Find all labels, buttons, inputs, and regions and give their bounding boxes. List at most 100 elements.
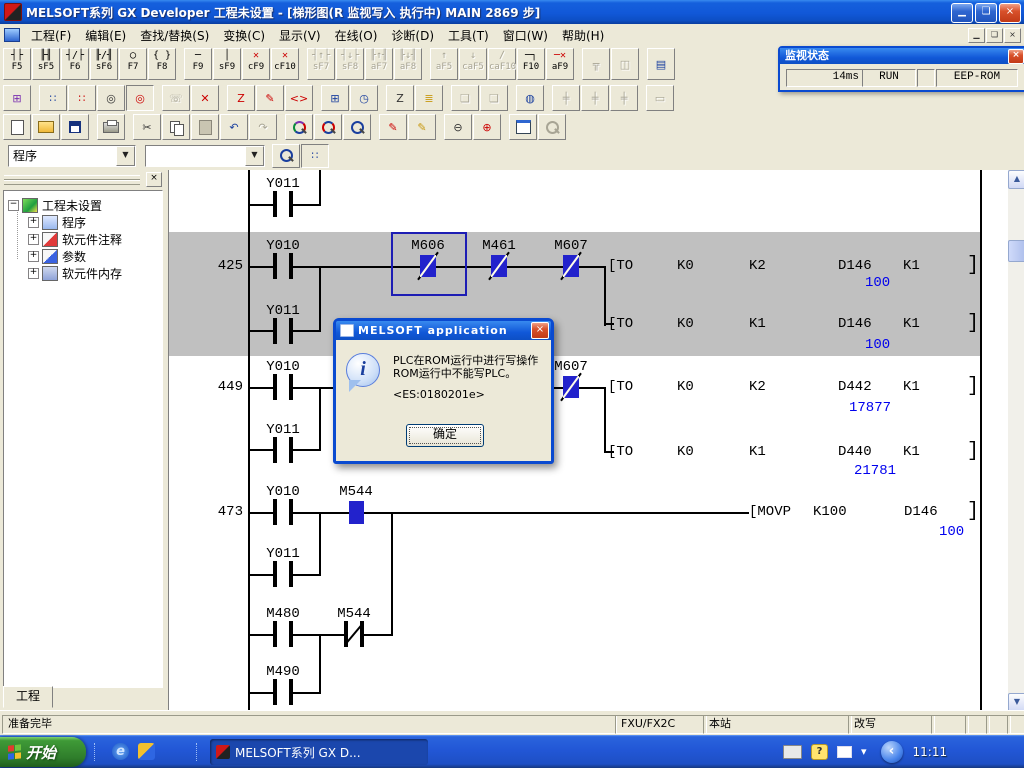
dropdown-arrow-icon[interactable]: ▼ xyxy=(245,146,264,166)
instruction-token[interactable]: [TO xyxy=(608,444,633,460)
restore-button[interactable]: ❏ xyxy=(975,3,997,23)
menu-find-replace[interactable]: 查找/替换(S) xyxy=(133,24,216,47)
tree-item-device-memory[interactable]: + 软元件内存 xyxy=(28,265,122,281)
closed-contact-energized[interactable] xyxy=(484,251,514,281)
cut-button[interactable]: ✂ xyxy=(133,114,161,140)
horizontal-line-button[interactable]: ─F9 xyxy=(184,48,212,80)
mdi-close-button[interactable]: × xyxy=(1004,28,1021,43)
find-device-button[interactable] xyxy=(314,114,342,140)
instruction-token[interactable]: K100 xyxy=(813,504,847,520)
expand-icon[interactable]: + xyxy=(28,217,39,228)
erase-line-button[interactable]: ─✕aF9 xyxy=(546,48,574,80)
application-instruction-button[interactable]: { }F8 xyxy=(148,48,176,80)
mdi-minimize-button[interactable]: ▁ xyxy=(968,28,985,43)
program-type-combobox[interactable]: 程序 ▼ xyxy=(8,145,136,167)
open-contact[interactable] xyxy=(273,679,293,705)
parallel-open-contact-button[interactable]: ╟╢sF5 xyxy=(32,48,60,80)
open-contact[interactable] xyxy=(273,561,293,587)
new-project-button[interactable] xyxy=(3,114,31,140)
scrollbar-thumb[interactable] xyxy=(1008,240,1024,262)
parallel-closed-contact-button[interactable]: ╟/╢sF6 xyxy=(90,48,118,80)
instruction-token[interactable]: K1 xyxy=(749,444,766,460)
menu-window[interactable]: 窗口(W) xyxy=(496,24,555,47)
monitor-window-titlebar[interactable]: 监视状态 × xyxy=(780,48,1024,64)
open-contact[interactable] xyxy=(273,318,293,344)
scan-time-monitor-icon[interactable]: ◷ xyxy=(350,85,378,111)
open-contact[interactable] xyxy=(273,621,293,647)
window-tray-icon[interactable] xyxy=(837,746,852,758)
save-project-button[interactable] xyxy=(61,114,89,140)
instruction-token[interactable]: K1 xyxy=(749,316,766,332)
minimize-button[interactable]: ▁ xyxy=(951,3,973,23)
comment-show-button[interactable] xyxy=(272,144,300,168)
vertical-scrollbar[interactable]: ▲ ▼ xyxy=(1008,170,1024,710)
instruction-token[interactable]: [MOVP xyxy=(749,504,791,520)
open-project-button[interactable] xyxy=(32,114,60,140)
open-contact[interactable] xyxy=(273,374,293,400)
tree-item-root[interactable]: − 工程未设置 xyxy=(8,197,102,213)
tree-item-parameter[interactable]: + 参数 xyxy=(28,248,86,264)
help-tray-icon[interactable]: ? xyxy=(811,744,828,760)
monitor-write-mode-icon[interactable]: ◎ xyxy=(126,85,154,111)
delete-hline-button[interactable]: ✕cF9 xyxy=(242,48,270,80)
closed-contact-button[interactable]: ┤/├F6 xyxy=(61,48,89,80)
instruction-token[interactable]: D146 xyxy=(838,316,872,332)
instruction-token[interactable]: K0 xyxy=(677,379,694,395)
closed-contact-energized[interactable] xyxy=(556,372,586,402)
expand-icon[interactable]: + xyxy=(28,251,39,262)
scroll-up-button[interactable]: ▲ xyxy=(1008,170,1024,189)
instruction-token[interactable]: K1 xyxy=(903,258,920,274)
program-transfer-icon[interactable]: ⊞ xyxy=(3,85,31,111)
collapse-icon[interactable]: − xyxy=(8,200,19,211)
statement-edit-icon[interactable]: <> xyxy=(285,85,313,111)
find-string-button[interactable] xyxy=(285,114,313,140)
ok-button[interactable]: 确定 xyxy=(406,424,484,447)
instruction-token[interactable]: [TO xyxy=(608,258,633,274)
open-contact-energized[interactable] xyxy=(349,501,364,524)
mdi-restore-button[interactable]: ❏ xyxy=(986,28,1003,43)
zoom-in-button[interactable]: ⊕ xyxy=(473,114,501,140)
dropdown-arrow-icon[interactable]: ▼ xyxy=(116,146,135,166)
print-button[interactable] xyxy=(97,114,125,140)
write-mode-button[interactable]: ✎ xyxy=(379,114,407,140)
comment-display-button[interactable] xyxy=(509,114,537,140)
taskbar-item-melsoft[interactable]: MELSOFT系列 GX D... xyxy=(210,739,428,765)
menu-diagnostics[interactable]: 诊断(D) xyxy=(384,24,441,47)
open-contact[interactable] xyxy=(273,437,293,463)
edit-tree-icon[interactable]: ∷ xyxy=(68,85,96,111)
monitor-close-button[interactable]: × xyxy=(1008,49,1024,64)
instruction-token[interactable]: K2 xyxy=(749,258,766,274)
monitor-stop-icon[interactable]: ✕ xyxy=(191,85,219,111)
monitor-mode-icon[interactable]: ◎ xyxy=(97,85,125,111)
ladder-editor[interactable]: Y011 425 Y010 Y011 M606 M461 M607 [TO K0… xyxy=(168,170,1009,710)
ladder-test-icon[interactable]: ▤ xyxy=(647,48,675,80)
tree-item-program[interactable]: + 程序 xyxy=(28,214,86,230)
zoom-out-button[interactable]: ⊖ xyxy=(444,114,472,140)
open-contact[interactable] xyxy=(273,253,293,279)
stack-monitor-icon[interactable]: ≣ xyxy=(415,85,443,111)
instruction-token[interactable]: K0 xyxy=(677,258,694,274)
dialog-close-button[interactable]: × xyxy=(531,322,549,339)
insert-mode-button[interactable]: ✎ xyxy=(408,114,436,140)
closed-contact-energized[interactable] xyxy=(556,251,586,281)
internet-explorer-icon[interactable]: e xyxy=(112,743,129,760)
undo-button[interactable]: ↶ xyxy=(220,114,248,140)
device-test-icon[interactable]: Z xyxy=(227,85,255,111)
mdi-child-icon[interactable] xyxy=(4,28,20,42)
menu-convert[interactable]: 变换(C) xyxy=(216,24,272,47)
toolbar-gripper[interactable] xyxy=(4,180,140,185)
copy-button[interactable] xyxy=(162,114,190,140)
block-exchange-icon[interactable]: ⊞ xyxy=(321,85,349,111)
find-contact-coil-button[interactable] xyxy=(343,114,371,140)
quicklaunch-app-icon[interactable] xyxy=(138,743,155,760)
network-monitor-icon[interactable]: ◍ xyxy=(516,85,544,111)
instruction-token[interactable]: [TO xyxy=(608,316,633,332)
expand-tree-icon[interactable]: ∷ xyxy=(39,85,67,111)
instruction-token[interactable]: K0 xyxy=(677,316,694,332)
open-contact[interactable] xyxy=(273,499,293,525)
language-caret-icon[interactable]: ▾ xyxy=(861,745,867,758)
draw-line-button[interactable]: ─┐F10 xyxy=(517,48,545,80)
instruction-token[interactable]: K1 xyxy=(903,444,920,460)
tree-item-device-comment[interactable]: + 软元件注释 xyxy=(28,231,122,247)
instruction-token[interactable]: D146 xyxy=(838,258,872,274)
